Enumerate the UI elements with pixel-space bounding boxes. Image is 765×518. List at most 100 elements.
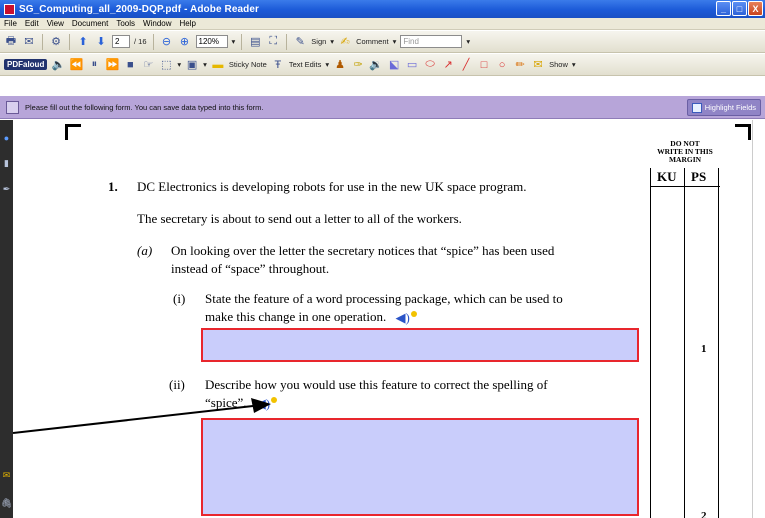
fast-forward-icon[interactable]: ⏩: [105, 58, 119, 72]
callout-icon[interactable]: ⬕: [387, 58, 401, 72]
highlight-icon[interactable]: ✑: [351, 58, 365, 72]
form-message-text: Please fill out the following form. You …: [25, 102, 264, 112]
show-button[interactable]: Show: [549, 60, 568, 69]
crop-mark-top-right: [735, 124, 751, 140]
vertical-scrollbar[interactable]: [752, 120, 765, 518]
info-icon[interactable]: ●: [1, 132, 12, 143]
show-comments-icon[interactable]: ✉: [531, 58, 545, 72]
menu-tools[interactable]: Tools: [116, 19, 135, 28]
comments-icon[interactable]: ✉: [1, 470, 12, 481]
part-a-label: (a): [137, 243, 153, 258]
rewind-icon[interactable]: ⏪: [69, 58, 83, 72]
chevron-down-icon[interactable]: ▾: [232, 37, 236, 46]
menu-file[interactable]: File: [4, 19, 17, 28]
cloud-shape-icon[interactable]: ⬭: [423, 58, 437, 72]
part-i-text-line1: State the feature of a word processing p…: [205, 291, 563, 306]
full-screen-icon[interactable]: ⛶: [266, 35, 280, 49]
toolbar-separator: [42, 33, 43, 50]
margin-note: DO NOT WRITE IN THIS MARGIN: [657, 139, 713, 164]
pages-icon[interactable]: ▮: [1, 158, 12, 169]
chevron-down-icon[interactable]: ▾: [203, 60, 207, 69]
sticky-note-button[interactable]: Sticky Note: [229, 60, 267, 69]
toolbar-separator: [286, 33, 288, 50]
marks-header-line: [651, 186, 720, 187]
answer-field-part-ii[interactable]: [201, 418, 639, 516]
pencil-tool-icon[interactable]: ✏: [513, 58, 527, 72]
part-a-text-line2: instead of “space” throughout.: [171, 261, 330, 276]
page-number-input[interactable]: 2: [112, 35, 130, 48]
stamp-icon[interactable]: ♟: [333, 58, 347, 72]
chevron-down-icon[interactable]: ▾: [177, 60, 181, 69]
answer-field-part-i[interactable]: [201, 328, 639, 362]
part-ii-text-line2: “spice”.: [205, 395, 247, 410]
part-a-text-line1: On looking over the letter the secretary…: [171, 243, 555, 258]
part-i-text-line2-wrap: make this change in one operation. ◀): [205, 308, 417, 327]
attachments-icon[interactable]: 🖇: [1, 498, 12, 509]
mark-part-i: 1: [701, 343, 707, 355]
chevron-down-icon[interactable]: ▾: [393, 37, 397, 46]
collaborate-icon[interactable]: ⚙: [49, 35, 63, 49]
menu-document[interactable]: Document: [72, 19, 108, 28]
audio-comment-icon[interactable]: ◀): [256, 395, 278, 413]
line-tool-icon[interactable]: ╱: [459, 58, 473, 72]
find-input[interactable]: Find: [400, 35, 463, 48]
part-ii-text-line1: Describe how you would use this feature …: [205, 377, 548, 392]
highlight-fields-label: Highlight Fields: [704, 103, 756, 112]
zoom-in-icon[interactable]: ⊕: [178, 35, 192, 49]
select-tool-icon[interactable]: ⬚: [159, 58, 173, 72]
speaker-icon[interactable]: 🔈: [51, 58, 65, 72]
part-ii-text-line2-wrap: “spice”. ◀): [205, 394, 278, 413]
chevron-down-icon[interactable]: ▾: [572, 60, 576, 69]
menu-window[interactable]: Window: [143, 19, 171, 28]
zoom-level-select[interactable]: 120%: [195, 35, 228, 48]
print-icon[interactable]: 🖶: [4, 35, 18, 49]
sticky-note-icon[interactable]: ▬: [211, 58, 225, 72]
signatures-icon[interactable]: ✒: [1, 184, 12, 195]
menu-view[interactable]: View: [47, 19, 64, 28]
email-icon[interactable]: ✉: [22, 35, 36, 49]
marks-column: KU PS 1 2: [650, 168, 720, 518]
sign-pen-icon[interactable]: ✎: [293, 35, 307, 49]
pdfaloud-button[interactable]: PDFaloud: [4, 59, 48, 70]
maximize-button[interactable]: □: [732, 1, 747, 16]
oval-tool-icon[interactable]: ○: [495, 58, 509, 72]
text-box-icon[interactable]: ▭: [405, 58, 419, 72]
menu-help[interactable]: Help: [180, 19, 196, 28]
audio-comment-icon[interactable]: ◀): [395, 309, 417, 327]
rectangle-tool-icon[interactable]: □: [477, 58, 491, 72]
minimize-button[interactable]: _: [716, 1, 731, 16]
stop-icon[interactable]: ■: [123, 58, 137, 72]
pause-icon[interactable]: ⏸: [87, 58, 101, 72]
main-toolbar: 🖶 ✉ ⚙ ⬆ ⬇ 2 / 16 ⊖ ⊕ 120% ▾ ▤ ⛶ ✎ Sign ▾…: [0, 31, 765, 53]
comment-button[interactable]: Comment: [356, 37, 389, 46]
comment-icon[interactable]: ✍: [338, 35, 352, 49]
text-edits-icon[interactable]: Ŧ: [271, 58, 285, 72]
chevron-down-icon[interactable]: ▾: [330, 37, 334, 46]
text-edits-button[interactable]: Text Edits: [289, 60, 322, 69]
chevron-down-icon[interactable]: ▾: [466, 37, 470, 46]
attach-audio-icon[interactable]: 🔉: [369, 58, 383, 72]
menu-bar: File Edit View Document Tools Window Hel…: [0, 18, 765, 30]
menu-edit[interactable]: Edit: [25, 19, 39, 28]
next-page-icon[interactable]: ⬇: [94, 35, 108, 49]
form-message-bar: Please fill out the following form. You …: [0, 96, 765, 119]
toolbar-separator: [241, 33, 243, 50]
pointer-icon[interactable]: ☞: [141, 58, 155, 72]
question-number: 1.: [108, 179, 118, 194]
mark-part-ii: 2: [701, 510, 707, 518]
zoom-out-icon[interactable]: ⊖: [160, 35, 174, 49]
window-title-bar: SG_Computing_all_2009-DQP.pdf - Adobe Re…: [0, 0, 765, 18]
question-intro: DC Electronics is developing robots for …: [137, 179, 527, 194]
snapshot-icon[interactable]: ▣: [185, 58, 199, 72]
highlight-fields-button[interactable]: Highlight Fields: [686, 99, 761, 116]
part-ii-label: (ii): [169, 377, 185, 392]
sign-button[interactable]: Sign: [311, 37, 326, 46]
arrow-tool-icon[interactable]: ↗: [441, 58, 455, 72]
fit-page-icon[interactable]: ▤: [248, 35, 262, 49]
close-button[interactable]: X: [748, 1, 763, 16]
chevron-down-icon[interactable]: ▾: [325, 60, 329, 69]
previous-page-icon[interactable]: ⬆: [76, 35, 90, 49]
navigation-pane: ● ▮ ✒ ✉ 🖇: [0, 120, 13, 518]
document-page: DO NOT WRITE IN THIS MARGIN KU PS 1 2 1.…: [13, 120, 765, 518]
part-i-label: (i): [173, 291, 186, 306]
